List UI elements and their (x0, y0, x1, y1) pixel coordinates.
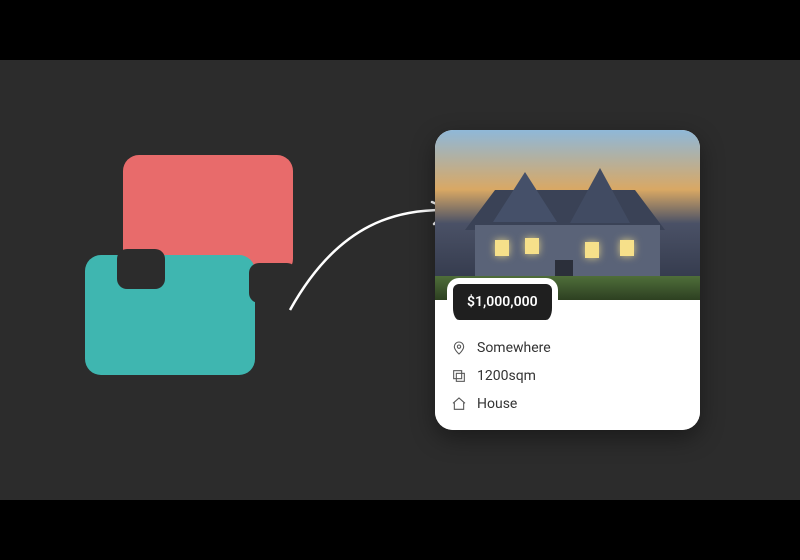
letterbox-bottom (0, 500, 800, 560)
interlocking-shapes (85, 155, 295, 365)
house-window (495, 240, 509, 256)
house-window (525, 238, 539, 254)
price-value: $1,000,000 (467, 294, 538, 310)
shape-teal (85, 255, 255, 375)
detail-row-type: House (451, 396, 684, 412)
property-image (435, 130, 700, 300)
property-details: Somewhere 1200sqm House (451, 340, 684, 412)
property-card: $1,000,000 Somewhere 1200sqm (435, 130, 700, 430)
notch-cut (117, 249, 165, 289)
map-pin-icon (451, 340, 467, 356)
house-window (585, 242, 599, 258)
house-window (620, 240, 634, 256)
property-card-body: $1,000,000 Somewhere 1200sqm (435, 300, 700, 430)
detail-label: 1200sqm (477, 368, 536, 384)
detail-label: House (477, 396, 517, 412)
letterbox-top (0, 0, 800, 60)
house-roof (465, 190, 665, 230)
price-chip: $1,000,000 (447, 278, 558, 320)
stage: $1,000,000 Somewhere 1200sqm (0, 60, 800, 500)
detail-label: Somewhere (477, 340, 551, 356)
detail-row-location: Somewhere (451, 340, 684, 356)
arrow-icon (280, 200, 460, 340)
detail-row-area: 1200sqm (451, 368, 684, 384)
home-icon (451, 396, 467, 412)
area-icon (451, 368, 467, 384)
